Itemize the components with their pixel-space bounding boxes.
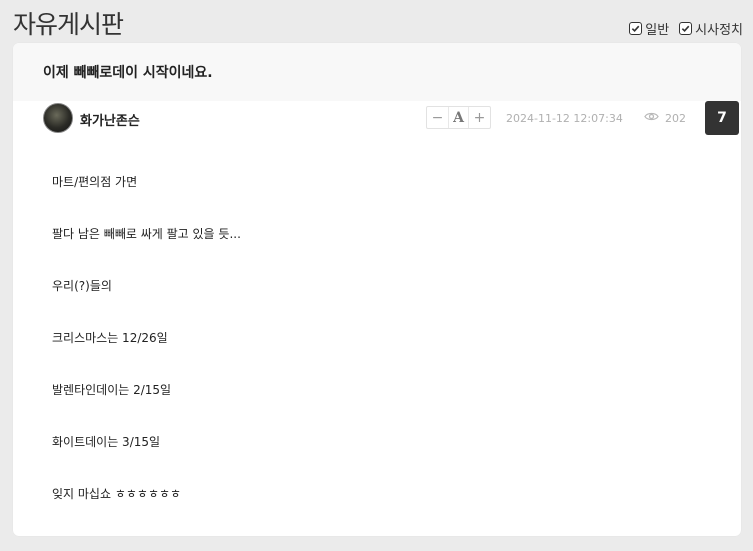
filter-politics[interactable]: 시사정치 — [679, 19, 743, 38]
filter-politics-label: 시사정치 — [695, 23, 743, 38]
post-body-line: 잊지 마십쇼 ㅎㅎㅎㅎㅎㅎ — [52, 487, 182, 501]
post-body-line: 마트/편의점 가면 — [52, 175, 138, 189]
post-meta: 화가난존슨 − A + 2024-11-12 12:07:34 202 7 — [13, 101, 741, 137]
post-body-line: 화이트데이는 3/15일 — [52, 435, 161, 449]
post-card: 이제 빼빼로데이 시작이네요. 화가난존슨 − A + 2024-11-12 1… — [13, 43, 741, 536]
post-body-line: 우리(?)들의 — [52, 279, 112, 293]
font-decrease-button[interactable]: − — [427, 107, 448, 128]
font-size-control: − A + — [426, 106, 491, 129]
post-body: 마트/편의점 가면 팔다 남은 빼빼로 싸게 팔고 있을 듯... 우리(?)들… — [13, 137, 741, 536]
category-filters: 일반 시사정치 — [629, 19, 743, 38]
filter-general-label: 일반 — [645, 23, 670, 38]
post-header: 이제 빼빼로데이 시작이네요. — [13, 43, 741, 101]
post-body-line: 팔다 남은 빼빼로 싸게 팔고 있을 듯... — [52, 227, 241, 241]
view-count-value: 202 — [665, 111, 686, 125]
checkbox-checked-icon[interactable] — [629, 22, 643, 35]
board-title: 자유게시판 — [13, 10, 124, 39]
post-body-line: 발렌타인데이는 2/15일 — [52, 383, 172, 397]
checkbox-checked-icon[interactable] — [679, 22, 693, 35]
post-body-line: 크리스마스는 12/26일 — [52, 331, 168, 345]
avatar[interactable] — [43, 103, 73, 133]
comment-count-badge[interactable]: 7 — [705, 101, 739, 135]
font-reset-button[interactable]: A — [448, 107, 469, 128]
view-count: 202 — [644, 111, 686, 125]
post-date: 2024-11-12 12:07:34 — [506, 112, 623, 125]
author-name[interactable]: 화가난존슨 — [80, 110, 140, 129]
filter-general[interactable]: 일반 — [629, 19, 669, 38]
font-increase-button[interactable]: + — [469, 107, 490, 128]
post-title: 이제 빼빼로데이 시작이네요. — [43, 65, 213, 81]
eye-icon — [644, 111, 659, 125]
